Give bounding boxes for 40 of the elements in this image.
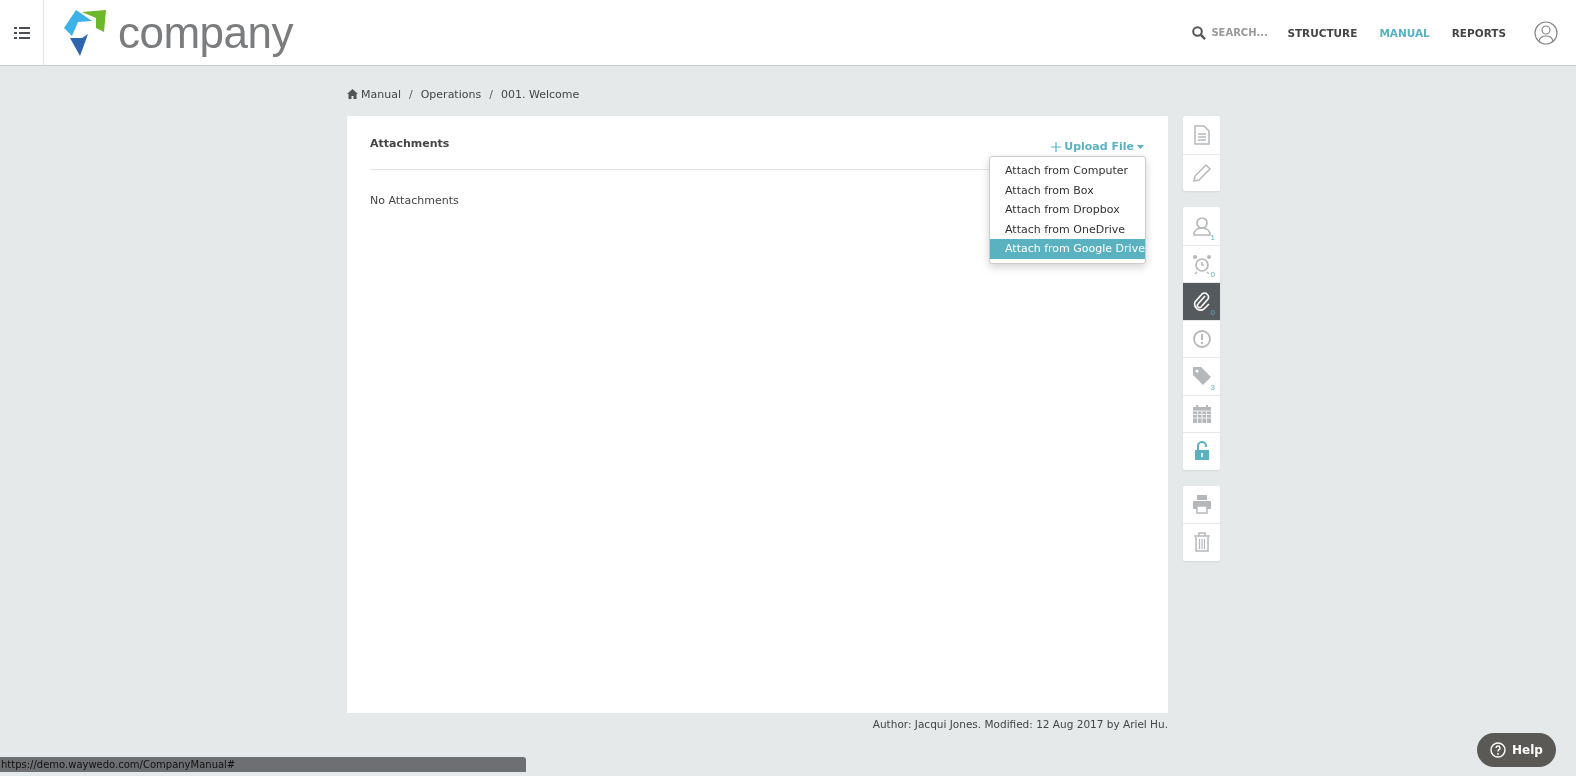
lock-icon — [1193, 441, 1210, 462]
menu-item[interactable]: Attach from OneDrive — [990, 219, 1145, 239]
user-avatar-icon[interactable] — [1534, 20, 1558, 45]
menu-item[interactable]: Attach from Dropbox — [990, 200, 1145, 220]
author-info: Author: Jacqui Jones. Modified: 12 Aug 2017 by Ariel Hu. — [872, 718, 1168, 730]
count-label: 3 — [1210, 382, 1215, 392]
breadcrumb-separator: / — [409, 87, 413, 101]
alarm-clock-icon — [1191, 253, 1212, 274]
paperclip-icon — [1192, 291, 1211, 312]
plus-icon — [1051, 141, 1062, 152]
question-icon — [1490, 742, 1507, 758]
menu-item[interactable]: Attach from Box — [990, 180, 1145, 200]
breadcrumb-link[interactable]: Manual — [361, 87, 401, 101]
trash-icon — [1192, 532, 1211, 553]
user-icon — [1191, 215, 1212, 236]
empty-message: No Attachments — [370, 194, 460, 207]
breadcrumb-separator: / — [489, 87, 493, 101]
document-icon — [1193, 124, 1210, 145]
toolbar-button[interactable] — [1183, 319, 1220, 357]
caret-icon — [1137, 144, 1144, 149]
breadcrumb-link[interactable]: Operations — [420, 87, 482, 101]
tag-icon — [1191, 366, 1212, 387]
breadcrumb-link[interactable]: 001. Welcome — [500, 87, 580, 101]
nav-link[interactable]: STRUCTURE — [1287, 26, 1358, 39]
calendar-icon — [1191, 403, 1212, 424]
panel-title: Attachments — [370, 137, 450, 150]
logo-text: company — [118, 7, 294, 58]
menu-icon[interactable] — [13, 26, 30, 39]
pencil-icon — [1191, 162, 1212, 183]
home-icon — [347, 89, 358, 99]
help-button[interactable]: Help — [1477, 733, 1556, 767]
printer-icon — [1191, 494, 1212, 515]
count-label: 0 — [1210, 307, 1215, 317]
nav-link[interactable]: REPORTS — [1451, 26, 1506, 39]
status-bar-url: https://demo.waywedo.com/CompanyManual# — [0, 757, 526, 772]
menu-item[interactable]: Attach from Computer — [990, 161, 1145, 181]
count-label: 1 — [1210, 232, 1215, 242]
alert-icon — [1191, 328, 1212, 349]
count-label: 0 — [1210, 270, 1215, 279]
search-icon — [1192, 25, 1207, 40]
